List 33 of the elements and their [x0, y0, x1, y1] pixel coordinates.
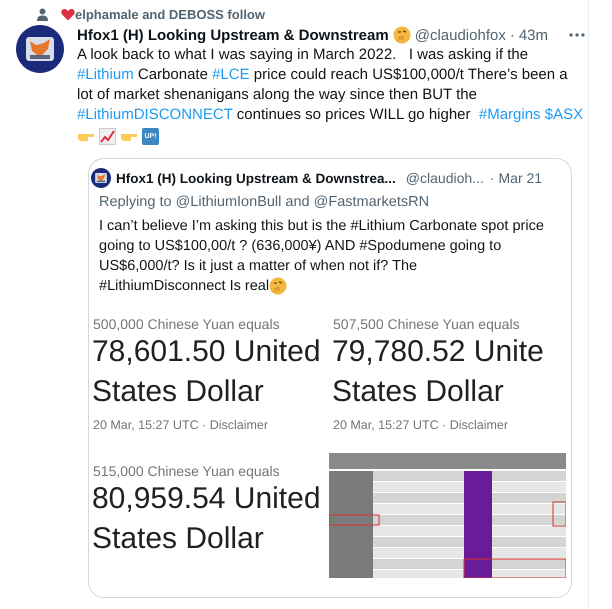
- quoted-tweet[interactable]: [88, 158, 572, 598]
- thinking-face-icon: [392, 26, 411, 44]
- author-handle[interactable]: @claudioh...: [406, 170, 484, 186]
- conversion-label: 507,500 Chinese Yuan equals: [332, 315, 521, 332]
- conversion-label: 515,000 Chinese Yuan equals: [92, 462, 281, 479]
- quoted-text: #LithiumDisconnect Is real: [99, 277, 270, 296]
- converted-amount: 79,780.52 Unite: [331, 334, 545, 370]
- timestamp[interactable]: Mar 21: [498, 170, 542, 186]
- converted-amount: States Dollar: [91, 521, 265, 557]
- separator: ·: [510, 26, 515, 44]
- author-name[interactable]: Hfox1 (H) Looking Upstream & Downstream: [77, 26, 389, 44]
- heart-icon: [61, 8, 75, 20]
- chart-increasing-icon: [99, 128, 116, 144]
- timestamp-note: 20 Mar, 15:27 UTC · Disclaimer: [92, 417, 270, 432]
- thinking-face-icon: [269, 277, 288, 295]
- more-button[interactable]: [569, 33, 585, 37]
- author-name[interactable]: Hfox1 (H) Looking Upstream & Downstrea...: [116, 170, 396, 186]
- author-handle[interactable]: @claudiohfox: [414, 26, 506, 44]
- timestamp[interactable]: 43m: [518, 26, 548, 44]
- quoted-text: I can’t believe I’m asking this but is the #Lithium Carbonate spot price going to US$100,00/t ? (636,000¥) AND #Spodumene going to US$6,000/t? Is it just a matter of when not if? The: [99, 217, 545, 276]
- replying-to: Replying to @LithiumIonBull and @FastmarketsRN: [98, 193, 430, 212]
- conversion-label: 500,000 Chinese Yuan equals: [92, 315, 281, 332]
- timestamp-note: 20 Mar, 15:27 UTC · Disclaimer: [332, 417, 510, 432]
- separator: ·: [490, 170, 495, 186]
- avatar[interactable]: [16, 25, 64, 73]
- tweet-text: A look back to what I was saying in March 2022. I was asking if the #Lithium Carbonate #LCE price could reach US$100,000/t There’s been a lot of market shenanigans along the way since then BUT the #LithiumDISCONNECT continues so prices WILL go higher #Margins $ASX: [77, 45, 584, 125]
- converted-amount: 78,601.50 United: [91, 334, 322, 370]
- converted-amount: 80,959.54 United: [91, 481, 322, 517]
- converted-amount: States Dollar: [331, 374, 505, 410]
- social-context: elphamale and DEBOSS follow: [75, 6, 265, 22]
- avatar[interactable]: [91, 168, 111, 188]
- converted-amount: States Dollar: [91, 374, 265, 410]
- person-icon: [36, 8, 49, 20]
